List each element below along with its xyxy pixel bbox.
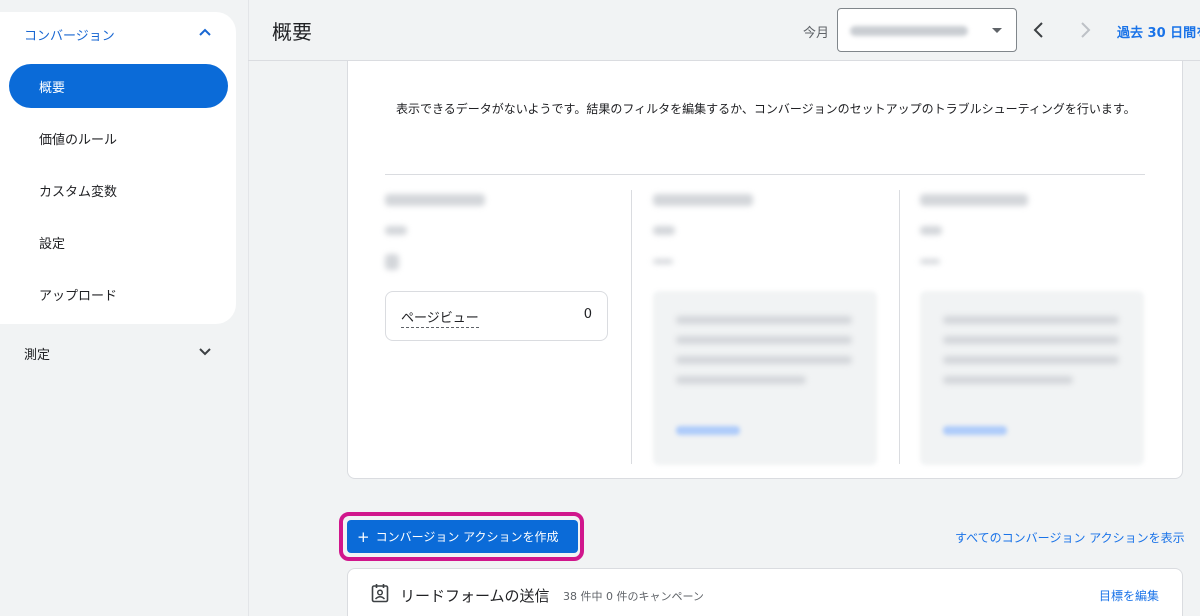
page-title: 概要: [272, 20, 312, 44]
sidebar-section-title: 測定: [24, 347, 51, 363]
sidebar-section-measure[interactable]: 測定: [0, 333, 236, 373]
sidebar-item-label: 概要: [39, 80, 66, 96]
blurred-link: [676, 426, 740, 435]
blurred-text: [943, 336, 1119, 344]
blurred-text: [676, 356, 852, 364]
sidebar-item-label: アップロード: [39, 288, 118, 304]
sidebar-item-uploads[interactable]: アップロード: [9, 272, 228, 316]
sidebar-item-overview[interactable]: 概要: [9, 64, 228, 108]
sidebar-item-label: 価値のルール: [39, 132, 118, 148]
blurred-heading: [653, 194, 753, 206]
pageview-label: ページビュー: [401, 307, 479, 328]
plus-icon: +: [357, 527, 370, 546]
contact-form-icon: [371, 584, 389, 603]
chevron-right-icon[interactable]: [1076, 20, 1094, 40]
column-divider: [631, 190, 632, 464]
blurred-text: [943, 376, 1073, 384]
blurred-text: [676, 316, 852, 324]
blurred-value: [385, 254, 399, 270]
column-divider: [899, 190, 900, 464]
edit-goal-link[interactable]: 目標を編集: [1099, 587, 1159, 604]
blurred-text: [943, 356, 1119, 364]
sidebar-item-custom-variables[interactable]: カスタム変数: [9, 168, 228, 212]
sidebar: コンバージョン 概要 価値のルール カスタム変数 設定 アップロード: [0, 12, 236, 324]
sidebar-divider: [248, 0, 249, 616]
blurred-value: [920, 259, 940, 264]
empty-state-message: 表示できるデータがないようです。結果のフィルタを編集するか、コンバージョンのセッ…: [396, 102, 1136, 116]
date-range-value: [850, 26, 968, 36]
blurred-heading: [385, 194, 485, 206]
sidebar-section-title: コンバージョン: [24, 28, 115, 44]
date-range-select[interactable]: [837, 8, 1017, 52]
create-conversion-action-button[interactable]: + コンバージョン アクションを作成: [347, 520, 578, 553]
blurred-heading: [920, 194, 1028, 206]
sidebar-item-label: 設定: [39, 236, 66, 252]
sidebar-item-settings[interactable]: 設定: [9, 220, 228, 264]
chevron-up-icon: [199, 28, 211, 36]
chevron-down-icon: [199, 348, 211, 356]
goal-title: リードフォームの送信: [400, 587, 550, 605]
blurred-link: [943, 426, 1007, 435]
past-30-days-link[interactable]: 過去 30 日間を: [1117, 22, 1200, 41]
blurred-text: [920, 226, 942, 235]
caret-down-icon: [992, 28, 1002, 33]
blurred-text: [943, 316, 1119, 324]
chevron-left-icon[interactable]: [1030, 20, 1048, 40]
sidebar-item-label: カスタム変数: [39, 184, 118, 200]
blurred-value: [653, 259, 673, 264]
sidebar-section-conversions[interactable]: コンバージョン: [0, 12, 236, 56]
sidebar-item-value-rules[interactable]: 価値のルール: [9, 116, 228, 160]
show-all-conversion-actions-link[interactable]: すべてのコンバージョン アクションを表示: [955, 529, 1185, 546]
create-button-label: コンバージョン アクションを作成: [375, 530, 559, 544]
card-divider: [385, 174, 1145, 175]
pageview-value: 0: [583, 307, 592, 322]
pageview-metric[interactable]: ページビュー 0: [385, 291, 608, 341]
period-label: 今月: [803, 26, 830, 41]
blurred-text: [676, 336, 852, 344]
blurred-text: [653, 226, 675, 235]
blurred-text: [385, 226, 407, 235]
blurred-text: [676, 376, 806, 384]
goal-campaign-count: 38 件中 0 件のキャンペーン: [563, 590, 704, 603]
